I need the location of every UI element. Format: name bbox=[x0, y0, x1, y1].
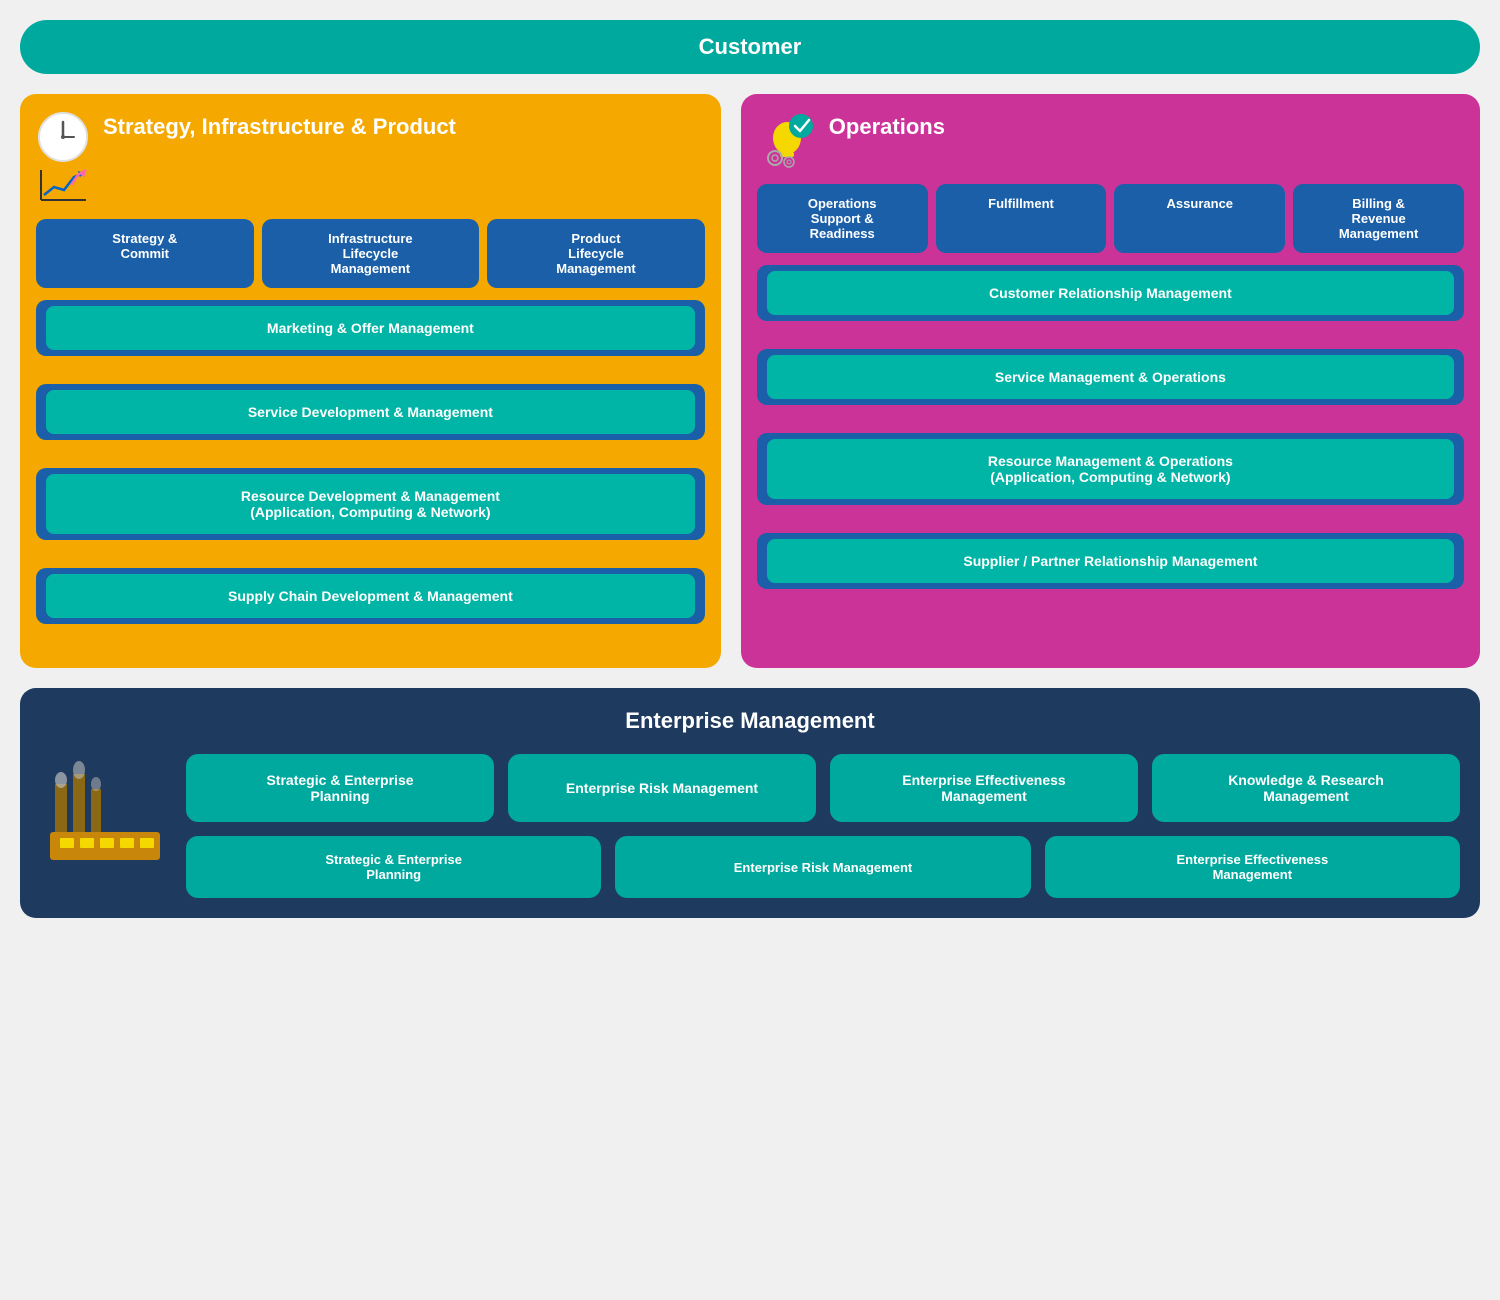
connector-dot-pink bbox=[1326, 517, 1340, 531]
crm-row: Customer Relationship Management bbox=[767, 271, 1454, 315]
resource-dev-row: Resource Development & Management(Applic… bbox=[46, 474, 695, 534]
connectors-1 bbox=[36, 366, 705, 384]
connector-dot bbox=[206, 452, 220, 466]
ent-strategic-planning-2: Strategic & EnterprisePlanning bbox=[186, 836, 601, 898]
strategy-row-3-container: Resource Development & Management(Applic… bbox=[36, 468, 705, 540]
connector-dot bbox=[521, 636, 535, 650]
strategy-subcol-1: InfrastructureLifecycleManagement bbox=[262, 219, 480, 288]
strategy-sub-columns: Strategy &Commit InfrastructureLifecycle… bbox=[36, 219, 705, 288]
enterprise-panel: Enterprise Management bbox=[20, 688, 1480, 918]
strategy-row-2: Service Development & Management bbox=[36, 384, 705, 440]
strategy-icon-group bbox=[36, 110, 91, 205]
connector-dot bbox=[206, 636, 220, 650]
service-dev-row: Service Development & Management bbox=[46, 390, 695, 434]
connector-dot bbox=[521, 452, 535, 466]
enterprise-rows-col: Strategic & EnterprisePlanning Enterpris… bbox=[186, 754, 1460, 898]
ent-strategic-planning: Strategic & EnterprisePlanning bbox=[186, 754, 494, 822]
chart-icon bbox=[36, 165, 91, 205]
connector-dot bbox=[206, 368, 220, 382]
strategy-row-3: Resource Development & Management(Applic… bbox=[36, 468, 705, 540]
ops-subcol-1: Fulfillment bbox=[936, 184, 1107, 253]
ops-row-1: Customer Relationship Management bbox=[757, 265, 1464, 321]
main-panels-container: Strategy, Infrastructure & Product Strat… bbox=[20, 94, 1480, 668]
connector-dot-pink bbox=[1103, 517, 1117, 531]
enterprise-title: Enterprise Management bbox=[40, 708, 1460, 734]
connector-dot-pink bbox=[1326, 333, 1340, 347]
ops-subcol-0: OperationsSupport &Readiness bbox=[757, 184, 928, 253]
enterprise-row-2: Strategic & EnterprisePlanning Enterpris… bbox=[186, 836, 1460, 898]
enterprise-content: Strategic & EnterprisePlanning Enterpris… bbox=[40, 754, 1460, 898]
strategy-row-4-container: Supply Chain Development & Management bbox=[36, 568, 705, 624]
smo-row: Service Management & Operations bbox=[767, 355, 1454, 399]
ops-row-4-container: Supplier / Partner Relationship Manageme… bbox=[757, 533, 1464, 589]
connector-dot-pink bbox=[1326, 601, 1340, 615]
strategy-panel: Strategy, Infrastructure & Product Strat… bbox=[20, 94, 721, 668]
customer-bar: Customer bbox=[20, 20, 1480, 74]
operations-icon-group bbox=[757, 110, 817, 170]
connectors-3 bbox=[36, 550, 705, 568]
connector-dot bbox=[521, 368, 535, 382]
ops-connectors-4 bbox=[757, 599, 1464, 617]
ops-connectors-3 bbox=[757, 515, 1464, 533]
operations-panel: Operations OperationsSupport &Readiness … bbox=[741, 94, 1480, 668]
enterprise-icon-col bbox=[40, 754, 170, 898]
connector-dot-pink bbox=[881, 417, 895, 431]
ent-risk-mgmt-2: Enterprise Risk Management bbox=[615, 836, 1030, 898]
ops-row-1-container: Customer Relationship Management bbox=[757, 265, 1464, 321]
bulb-check-icon bbox=[757, 110, 817, 170]
strategy-row-2-container: Service Development & Management bbox=[36, 384, 705, 440]
connectors-4 bbox=[36, 634, 705, 652]
ent-knowledge-research: Knowledge & ResearchManagement bbox=[1152, 754, 1460, 822]
strategy-row-1-container: Marketing & Offer Management bbox=[36, 300, 705, 356]
connector-dot-pink bbox=[881, 333, 895, 347]
enterprise-row-1: Strategic & EnterprisePlanning Enterpris… bbox=[186, 754, 1460, 822]
strategy-row-1: Marketing & Offer Management bbox=[36, 300, 705, 356]
strategy-row-4: Supply Chain Development & Management bbox=[36, 568, 705, 624]
strategy-panel-title: Strategy, Infrastructure & Product bbox=[103, 110, 456, 140]
ops-subcol-3: Billing &RevenueManagement bbox=[1293, 184, 1464, 253]
ops-row-2-container: Service Management & Operations bbox=[757, 349, 1464, 405]
ops-row-3-container: Resource Management & Operations(Applica… bbox=[757, 433, 1464, 505]
customer-label: Customer bbox=[699, 34, 802, 59]
connector-dot-pink bbox=[1103, 601, 1117, 615]
connector-dot-pink bbox=[1103, 333, 1117, 347]
strategy-subcol-0: Strategy &Commit bbox=[36, 219, 254, 288]
supply-chain-row: Supply Chain Development & Management bbox=[46, 574, 695, 618]
clock-icon bbox=[36, 110, 91, 165]
connector-dot-pink bbox=[881, 517, 895, 531]
operations-panel-title: Operations bbox=[829, 110, 945, 140]
ent-effectiveness-mgmt-2: Enterprise EffectivenessManagement bbox=[1045, 836, 1460, 898]
ops-sub-columns: OperationsSupport &Readiness Fulfillment… bbox=[757, 184, 1464, 253]
strategy-subcol-2: ProductLifecycleManagement bbox=[487, 219, 705, 288]
connector-dot-pink bbox=[881, 601, 895, 615]
connectors-2 bbox=[36, 450, 705, 468]
ops-connectors-1 bbox=[757, 331, 1464, 349]
operations-panel-header: Operations bbox=[757, 110, 1464, 170]
ent-risk-mgmt: Enterprise Risk Management bbox=[508, 754, 816, 822]
ops-row-3: Resource Management & Operations(Applica… bbox=[757, 433, 1464, 505]
ops-row-2: Service Management & Operations bbox=[757, 349, 1464, 405]
connector-dot bbox=[521, 552, 535, 566]
ent-effectiveness-mgmt: Enterprise EffectivenessManagement bbox=[830, 754, 1138, 822]
connector-dot-pink bbox=[1326, 417, 1340, 431]
ops-subcol-2: Assurance bbox=[1114, 184, 1285, 253]
connector-dot-pink bbox=[1103, 417, 1117, 431]
strategy-panel-header: Strategy, Infrastructure & Product bbox=[36, 110, 705, 205]
sprm-row: Supplier / Partner Relationship Manageme… bbox=[767, 539, 1454, 583]
rmo-row: Resource Management & Operations(Applica… bbox=[767, 439, 1454, 499]
ops-connectors-2 bbox=[757, 415, 1464, 433]
ops-row-4: Supplier / Partner Relationship Manageme… bbox=[757, 533, 1464, 589]
connector-dot bbox=[206, 552, 220, 566]
factory-icon bbox=[45, 754, 165, 864]
marketing-row: Marketing & Offer Management bbox=[46, 306, 695, 350]
